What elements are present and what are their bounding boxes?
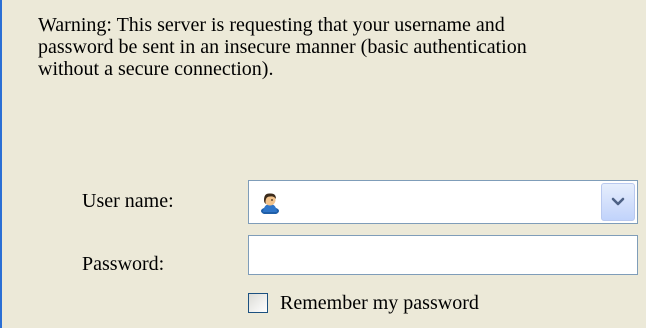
username-dropdown-button[interactable] <box>601 183 635 221</box>
chevron-down-icon <box>611 197 625 206</box>
user-account-icon <box>259 192 281 215</box>
credentials-dialog: Warning: This server is requesting that … <box>0 0 646 328</box>
remember-password-checkbox[interactable] <box>248 293 268 313</box>
insecure-warning-text: Warning: This server is requesting that … <box>38 14 527 80</box>
username-combobox[interactable] <box>248 180 638 224</box>
remember-password-label: Remember my password <box>280 292 479 314</box>
remember-password-option[interactable]: Remember my password <box>248 290 479 316</box>
password-field[interactable] <box>248 235 638 275</box>
password-label: Password: <box>82 253 165 275</box>
username-label: User name: <box>82 190 174 212</box>
